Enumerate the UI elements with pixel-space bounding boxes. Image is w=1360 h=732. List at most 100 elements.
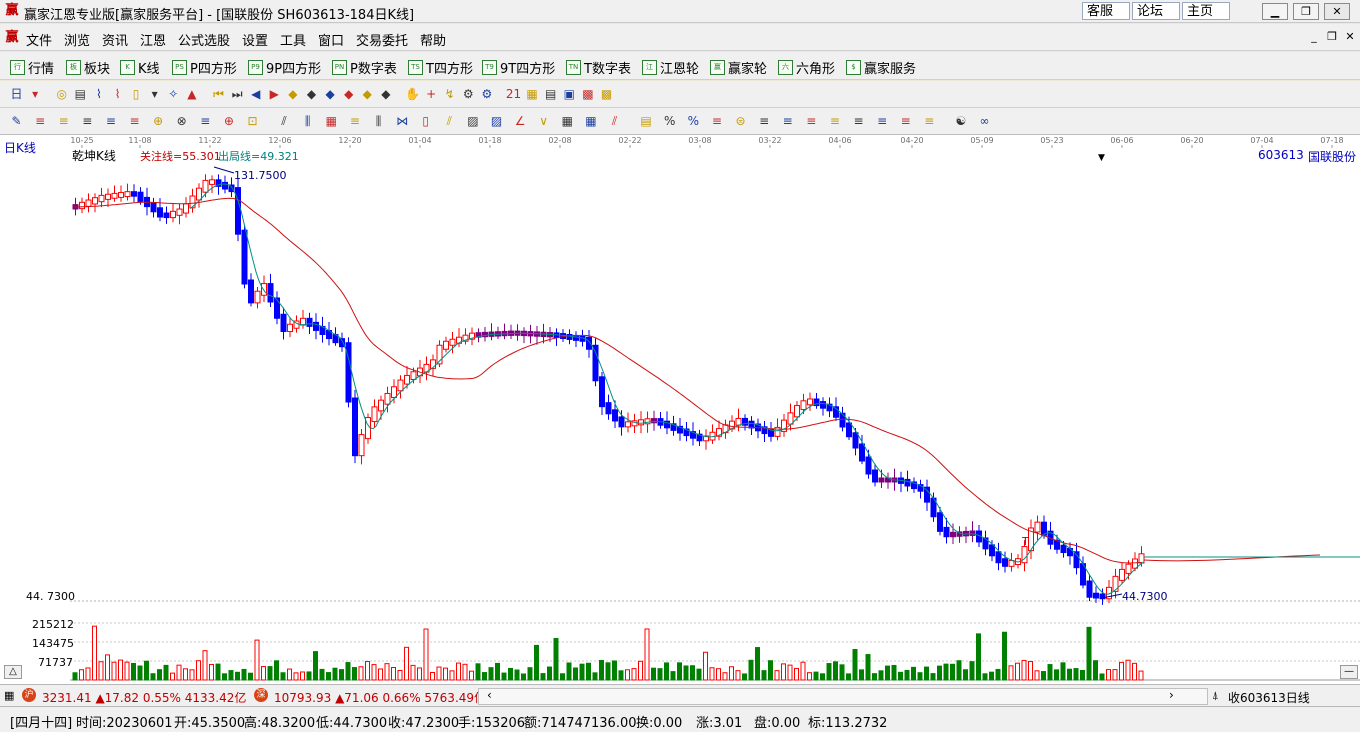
menu-help[interactable]: 帮助	[420, 30, 446, 49]
mdi-restore-button[interactable]: ❐	[1324, 30, 1340, 44]
draw-tool-12-icon[interactable]: ⫽	[276, 113, 293, 130]
menu-file[interactable]: 文件	[26, 30, 52, 49]
kline-chart-panel[interactable]: 10-25 11-08 11-22 12-06 12-20 01-04 01-18 02-08…	[0, 135, 1360, 684]
draw-tool-30-icon[interactable]: ≡	[708, 113, 725, 130]
scroll-left-icon[interactable]: ‹	[487, 688, 492, 702]
draw-tool-25-icon[interactable]: ▦	[582, 113, 599, 130]
period-tool-4-icon[interactable]: ▤	[72, 86, 89, 103]
draw-tool-33-icon[interactable]: ≡	[779, 113, 796, 130]
nav-winner-wheel[interactable]: 赢赢家轮	[710, 58, 767, 77]
period-tool-21-icon[interactable]: ✋	[404, 86, 421, 103]
horizontal-scrollbar[interactable]: ‹ ›	[478, 688, 1208, 705]
menu-gann[interactable]: 江恩	[140, 30, 166, 49]
draw-tool-22-icon[interactable]: ∠	[512, 113, 529, 130]
draw-tool-2-icon[interactable]: ≡	[32, 113, 49, 130]
nav-t-number-table[interactable]: TN T数字表	[566, 58, 631, 77]
draw-tool-4-icon[interactable]: ≡	[79, 113, 96, 130]
draw-tool-32-icon[interactable]: ≡	[756, 113, 773, 130]
customer-service-link[interactable]: 客服	[1082, 2, 1130, 20]
draw-tool-28-icon[interactable]: %	[661, 113, 678, 130]
period-tool-1-icon[interactable]: 日	[8, 86, 25, 103]
period-tool-22-icon[interactable]: +	[423, 86, 440, 103]
draw-tool-37-icon[interactable]: ≡	[874, 113, 891, 130]
mdi-minimize-button[interactable]: _	[1306, 30, 1322, 44]
draw-tool-41-icon[interactable]: ∞	[976, 113, 993, 130]
period-tool-25-icon[interactable]: ⚙	[478, 86, 495, 103]
home-link[interactable]: 主页	[1182, 2, 1230, 20]
period-tool-29-icon[interactable]: ▣	[561, 86, 578, 103]
nav-sectors[interactable]: 板板块	[66, 58, 110, 77]
nav-9p-square[interactable]: P9 9P四方形	[248, 58, 321, 77]
draw-tool-14-icon[interactable]: ▦	[323, 113, 340, 130]
period-tool-28-icon[interactable]: ▤	[542, 86, 559, 103]
draw-tool-39-icon[interactable]: ≡	[921, 113, 938, 130]
period-tool-8-icon[interactable]: ▾	[146, 86, 163, 103]
maximize-button[interactable]: ❐	[1293, 3, 1319, 20]
menu-info[interactable]: 资讯	[102, 30, 128, 49]
draw-tool-19-icon[interactable]: ⫽	[441, 113, 458, 130]
period-tool-11-icon[interactable]: ⏮	[210, 86, 227, 103]
draw-tool-17-icon[interactable]: ⋈	[394, 113, 411, 130]
menu-settings[interactable]: 设置	[242, 30, 268, 49]
period-tool-6-icon[interactable]: ⌇	[109, 86, 126, 103]
zoom-out-button[interactable]: —	[1340, 665, 1358, 679]
period-tool-14-icon[interactable]: ▶	[266, 86, 283, 103]
period-tool-15-icon[interactable]: ◆	[284, 86, 301, 103]
draw-tool-34-icon[interactable]: ≡	[803, 113, 820, 130]
draw-tool-27-icon[interactable]: ▤	[638, 113, 655, 130]
nav-quotes[interactable]: 行行情	[10, 58, 54, 77]
period-tool-7-icon[interactable]: ▯	[128, 86, 145, 103]
scroll-right-icon[interactable]: ›	[1169, 688, 1174, 702]
collapse-volume-button[interactable]: △	[4, 665, 22, 679]
draw-tool-40-icon[interactable]: ☯	[952, 113, 969, 130]
period-tool-18-icon[interactable]: ◆	[340, 86, 357, 103]
draw-tool-16-icon[interactable]: ⫼	[370, 113, 387, 130]
draw-tool-9-icon[interactable]: ≡	[197, 113, 214, 130]
menu-browse[interactable]: 浏览	[64, 30, 90, 49]
nav-kline[interactable]: K K线	[120, 58, 160, 77]
draw-tool-20-icon[interactable]: ▨	[464, 113, 481, 130]
stock-input-label[interactable]: 收603613日线	[1228, 689, 1310, 706]
draw-tool-23-icon[interactable]: ∨	[535, 113, 552, 130]
nav-p-number-table[interactable]: PN P数字表	[332, 58, 397, 77]
close-button[interactable]: ✕	[1324, 3, 1350, 20]
period-tool-26-icon[interactable]: 21	[505, 86, 522, 103]
draw-tool-21-icon[interactable]: ▨	[488, 113, 505, 130]
draw-tool-1-icon[interactable]: ✎	[8, 113, 25, 130]
draw-tool-8-icon[interactable]: ⊗	[173, 113, 190, 130]
nav-p-square[interactable]: PS P四方形	[172, 58, 237, 77]
period-tool-12-icon[interactable]: ⏭	[229, 86, 246, 103]
period-tool-19-icon[interactable]: ◆	[359, 86, 376, 103]
draw-tool-13-icon[interactable]: ⫼	[299, 113, 316, 130]
nav-winner-service[interactable]: $ 赢家服务	[846, 58, 916, 77]
draw-tool-10-icon[interactable]: ⊕	[220, 113, 237, 130]
draw-tool-36-icon[interactable]: ≡	[850, 113, 867, 130]
menu-trade[interactable]: 交易委托	[356, 30, 408, 49]
forum-link[interactable]: 论坛	[1132, 2, 1180, 20]
draw-tool-38-icon[interactable]: ≡	[897, 113, 914, 130]
period-tool-24-icon[interactable]: ⚙	[460, 86, 477, 103]
period-tool-27-icon[interactable]: ▦	[524, 86, 541, 103]
period-tool-3-icon[interactable]: ◎	[53, 86, 70, 103]
draw-tool-15-icon[interactable]: ≡	[346, 113, 363, 130]
draw-tool-11-icon[interactable]: ⊡	[244, 113, 261, 130]
draw-tool-7-icon[interactable]: ⊕	[150, 113, 167, 130]
mdi-close-button[interactable]: ✕	[1342, 30, 1358, 44]
nav-9t-square[interactable]: T9 9T四方形	[482, 58, 555, 77]
menu-window[interactable]: 窗口	[318, 30, 344, 49]
draw-tool-35-icon[interactable]: ≡	[826, 113, 843, 130]
period-tool-23-icon[interactable]: ↯	[441, 86, 458, 103]
draw-tool-31-icon[interactable]: ⊜	[732, 113, 749, 130]
period-tool-9-icon[interactable]: ✧	[165, 86, 182, 103]
nav-hexagon[interactable]: 六六角形	[778, 58, 835, 77]
period-tool-2-icon[interactable]: ▾	[27, 86, 44, 103]
draw-tool-26-icon[interactable]: ⫽	[606, 113, 623, 130]
period-tool-13-icon[interactable]: ◀	[247, 86, 264, 103]
period-tool-16-icon[interactable]: ◆	[303, 86, 320, 103]
minimize-button[interactable]: ▁	[1262, 3, 1288, 20]
period-tool-30-icon[interactable]: ▩	[579, 86, 596, 103]
nav-t-square[interactable]: TS T四方形	[408, 58, 473, 77]
draw-tool-5-icon[interactable]: ≡	[102, 113, 119, 130]
draw-tool-29-icon[interactable]: %	[685, 113, 702, 130]
grid-menu-icon[interactable]: ▦	[4, 689, 14, 702]
